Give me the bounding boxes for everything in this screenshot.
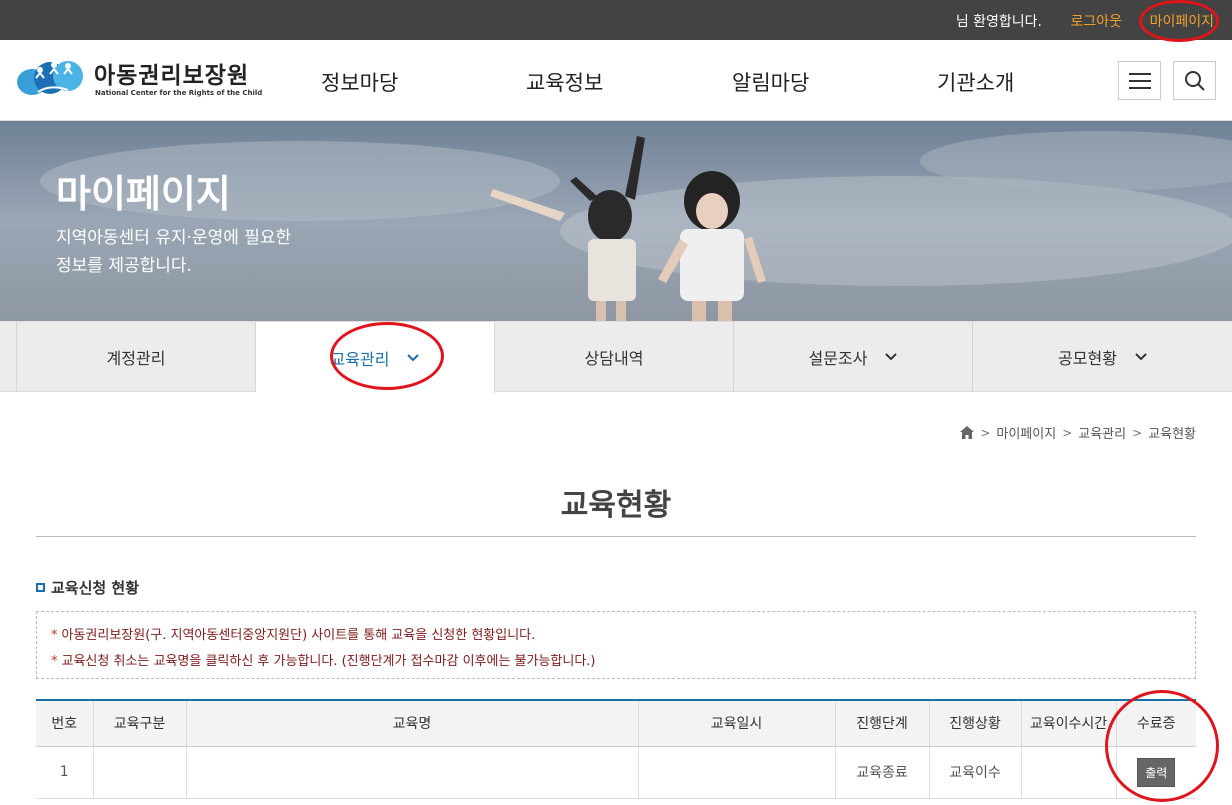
table-row: 1 교육종료 교육이수 출력 [36, 746, 1196, 799]
search-icon [1184, 70, 1205, 91]
logo-name: 아동권리보장원 [94, 63, 250, 89]
breadcrumb-item-education-status: 교육현황 [1148, 427, 1196, 442]
subtab-consultation[interactable]: 상담내역 [495, 322, 734, 392]
section-title: 교육신청 현황 [36, 577, 139, 598]
notice-line-2-text: 교육신청 취소는 교육명을 클릭하신 후 가능합니다. (진행단계가 접수마감 … [61, 654, 596, 669]
cell-name[interactable] [186, 746, 639, 799]
title-divider [36, 536, 1196, 537]
logo-subtitle: National Center for the Rights of the Ch… [95, 89, 263, 97]
notice-line-1-text: 아동권리보장원(구. 지역아동센터중앙지원단) 사이트를 통해 교육을 신청한 … [61, 628, 536, 643]
chevron-down-icon [1135, 353, 1147, 361]
education-status-table: 번호 교육구분 교육명 교육일시 진행단계 진행상황 교육이수시간 수료증 1 … [36, 699, 1196, 799]
subtab-consultation-label: 상담내역 [584, 349, 644, 368]
hero-description: 지역아동센터 유지·운영에 필요한 정보를 제공합니다. [56, 224, 356, 280]
subtab-contest[interactable]: 공모현황 [973, 322, 1232, 392]
cell-number: 1 [36, 746, 94, 799]
col-header-number: 번호 [36, 700, 94, 747]
hero-banner: 마이페이지 지역아동센터 유지·운영에 필요한 정보를 제공합니다. [0, 121, 1232, 321]
page-title: 교육현황 [560, 488, 672, 523]
notice-line-2: * 교육신청 취소는 교육명을 클릭하신 후 가능합니다. (진행단계가 접수마감… [51, 649, 1181, 675]
col-header-category: 교육구분 [93, 700, 187, 747]
logo-mark-icon [17, 61, 83, 95]
logout-link[interactable]: 로그아웃 [1070, 11, 1122, 31]
subtab-survey-label: 설문조사 [808, 349, 868, 368]
mypage-link[interactable]: 마이페이지 [1150, 11, 1214, 31]
breadcrumb-separator: > [980, 425, 991, 440]
nav-notice[interactable]: 알림마당 [732, 67, 809, 97]
cell-category [93, 746, 187, 799]
asterisk-icon: * [51, 654, 58, 669]
subtab-survey[interactable]: 설문조사 [734, 322, 973, 392]
col-header-name: 교육명 [186, 700, 639, 747]
nav-education[interactable]: 교육정보 [526, 67, 603, 97]
col-header-datetime: 교육일시 [638, 700, 836, 747]
home-icon[interactable] [960, 426, 975, 439]
menu-button[interactable] [1118, 61, 1161, 100]
notice-box: * 아동권리보장원(구. 지역아동센터중앙지원단) 사이트를 통해 교육을 신청한… [36, 611, 1196, 679]
section-title-text: 교육신청 현황 [51, 579, 140, 597]
subtab-contest-label: 공모현황 [1058, 349, 1117, 368]
asterisk-icon: * [51, 628, 58, 643]
cell-stage: 교육종료 [835, 746, 930, 799]
hamburger-menu-icon [1128, 72, 1151, 89]
col-header-hours: 교육이수시간 [1021, 700, 1117, 747]
breadcrumb: > 마이페이지 > 교육관리 > 교육현황 [960, 423, 1196, 442]
cell-status: 교육이수 [929, 746, 1022, 799]
breadcrumb-item-education-management[interactable]: 교육관리 [1078, 423, 1126, 442]
col-header-stage: 진행단계 [835, 700, 930, 747]
hero-description-line-1: 지역아동센터 유지·운영에 필요한 [56, 228, 292, 248]
table-header-row: 번호 교육구분 교육명 교육일시 진행단계 진행상황 교육이수시간 수료증 [36, 700, 1196, 747]
cell-datetime [638, 746, 836, 799]
cell-hours [1021, 746, 1117, 799]
subtab-education-management[interactable]: 교육관리 [256, 322, 495, 393]
breadcrumb-separator: > [1062, 425, 1073, 440]
hero-background-image [0, 121, 1232, 321]
col-header-status: 진행상황 [929, 700, 1022, 747]
nav-about[interactable]: 기관소개 [937, 67, 1014, 97]
site-header: 아동권리보장원 National Center for the Rights o… [0, 40, 1232, 121]
site-logo[interactable]: 아동권리보장원 National Center for the Rights o… [16, 54, 262, 104]
hero-description-line-2: 정보를 제공합니다. [56, 256, 192, 276]
cell-certificate: 출력 [1116, 746, 1196, 799]
col-header-certificate: 수료증 [1116, 700, 1196, 747]
subtab-account-label: 계정관리 [106, 349, 166, 368]
square-bullet-icon [36, 583, 45, 592]
search-button[interactable] [1173, 61, 1216, 100]
chevron-down-icon [407, 353, 420, 361]
nav-info[interactable]: 정보마당 [321, 67, 398, 97]
subtab-account[interactable]: 계정관리 [16, 322, 256, 392]
welcome-text: 님 환영합니다. [955, 14, 1042, 30]
sub-navigation: 계정관리 교육관리 상담내역 설문조사 공모현황 [0, 321, 1232, 393]
top-utility-bar: 님 환영합니다. 로그아웃 마이페이지 [0, 0, 1232, 40]
subtab-education-label: 교육관리 [330, 349, 390, 369]
hero-title: 마이페이지 [56, 172, 231, 216]
notice-line-1: * 아동권리보장원(구. 지역아동센터중앙지원단) 사이트를 통해 교육을 신청한… [51, 623, 1181, 649]
breadcrumb-separator: > [1132, 425, 1143, 440]
breadcrumb-item-mypage[interactable]: 마이페이지 [996, 423, 1056, 442]
chevron-down-icon [885, 353, 898, 361]
print-certificate-button[interactable]: 출력 [1137, 757, 1176, 787]
